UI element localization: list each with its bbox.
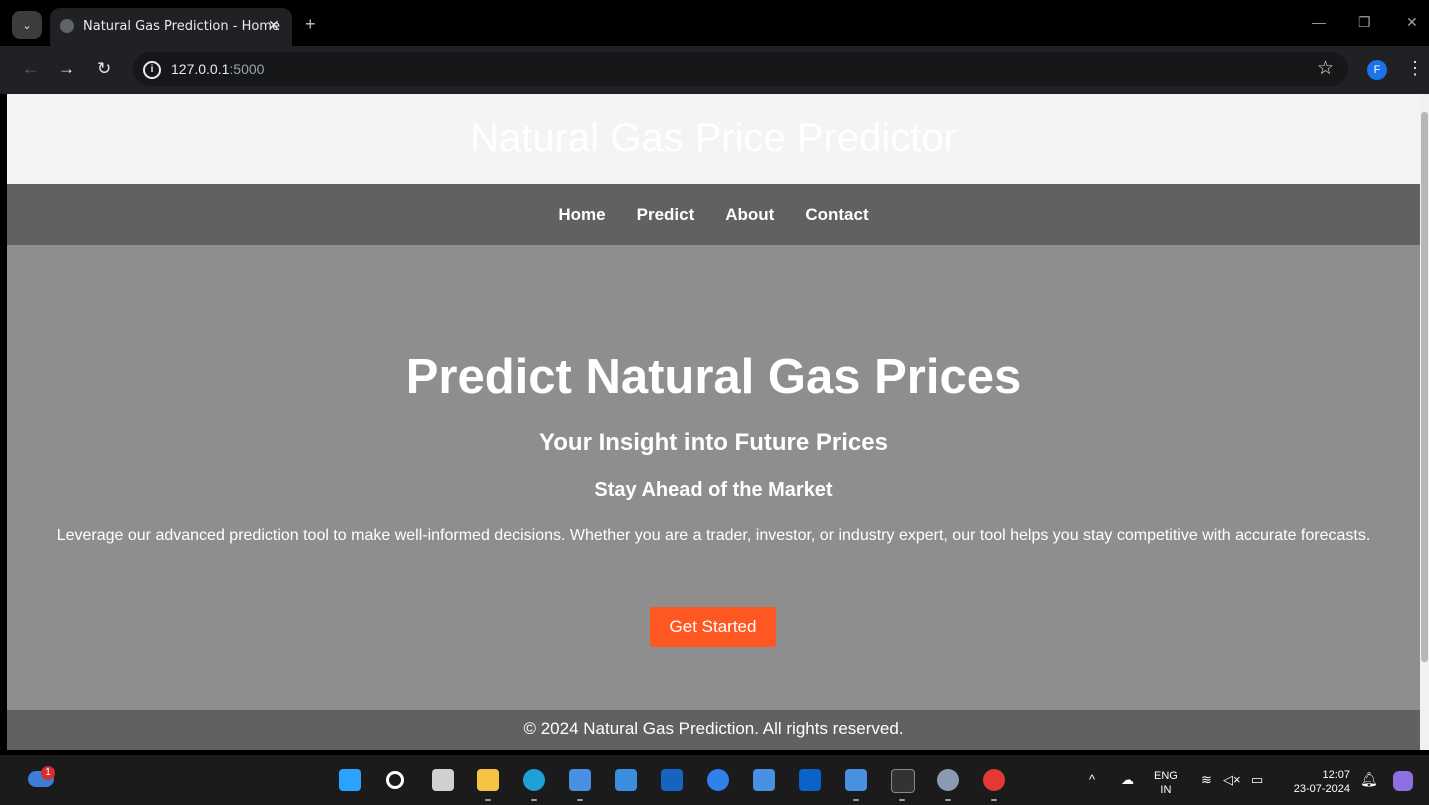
running-indicator <box>991 799 997 801</box>
hero-heading: Predict Natural Gas Prices <box>405 350 1022 404</box>
browser-tab[interactable]: Natural Gas Prediction - Home ✕ <box>50 8 292 46</box>
store-icon[interactable] <box>615 769 637 791</box>
myhp-icon[interactable] <box>661 769 683 791</box>
copilot-icon[interactable] <box>1393 771 1413 791</box>
running-indicator <box>577 799 583 801</box>
tab-title: Natural Gas Prediction - Home <box>83 19 280 34</box>
nav-contact[interactable]: Contact <box>805 205 868 225</box>
start-icon[interactable] <box>339 769 361 791</box>
taskbar: 1 ^ ☁ ENG IN ≋ ◁× ▭ 12:07 23-07-2024 🔔︎ <box>0 755 1429 805</box>
hero-subheading: Your Insight into Future Prices <box>539 429 888 456</box>
get-started-button[interactable]: Get Started <box>650 607 776 647</box>
hero-section: Predict Natural Gas Prices Your Insight … <box>7 245 1420 710</box>
terminal-icon[interactable] <box>891 769 915 793</box>
volume-muted-icon[interactable]: ◁× <box>1223 772 1241 788</box>
running-indicator <box>531 799 537 801</box>
language-code: ENG <box>1154 770 1178 782</box>
reload-icon[interactable]: ↻ <box>97 59 111 79</box>
clock-time: 12:07 <box>1322 769 1350 781</box>
site-nav: Home Predict About Contact <box>7 184 1420 245</box>
chevron-down-icon: ⌄ <box>22 19 32 32</box>
show-hidden-icons-icon[interactable]: ^ <box>1089 772 1095 787</box>
url-port: :5000 <box>229 61 265 77</box>
restore-icon[interactable]: ❐ <box>1358 14 1371 31</box>
site-info-icon[interactable]: i <box>143 61 161 79</box>
close-window-icon[interactable]: ✕ <box>1406 14 1418 31</box>
edge-icon[interactable] <box>523 769 545 791</box>
language-indicator[interactable]: ENG IN <box>1154 769 1178 797</box>
nav-predict[interactable]: Predict <box>637 205 695 225</box>
forward-icon[interactable]: → <box>58 59 75 79</box>
settings-icon[interactable] <box>937 769 959 791</box>
page-scrollbar[interactable] <box>1420 94 1429 750</box>
nav-about[interactable]: About <box>725 205 774 225</box>
site-header: Natural Gas Price Predictor <box>7 94 1420 184</box>
running-indicator <box>485 799 491 801</box>
hero-tagline: Stay Ahead of the Market <box>594 479 833 501</box>
new-tab-button[interactable]: + <box>305 14 316 35</box>
search-icon[interactable] <box>386 771 404 789</box>
clock-date: 23-07-2024 <box>1293 783 1350 795</box>
app3-icon[interactable] <box>845 769 867 791</box>
url-text: 127.0.0.1:5000 <box>171 61 264 77</box>
region-code: IN <box>1160 784 1172 796</box>
app-icon[interactable] <box>569 769 591 791</box>
site-title: Natural Gas Price Predictor <box>470 116 957 160</box>
minimize-icon[interactable]: — <box>1312 14 1326 30</box>
globe-icon <box>60 19 74 33</box>
task-view-icon[interactable] <box>432 769 454 791</box>
browser-menu-icon[interactable]: ⋮ <box>1406 58 1424 79</box>
bookmark-star-icon[interactable]: ☆ <box>1317 57 1334 80</box>
nav-home[interactable]: Home <box>558 205 605 225</box>
tab-close-icon[interactable]: ✕ <box>268 17 280 34</box>
tab-search-button[interactable]: ⌄ <box>12 11 42 39</box>
running-indicator <box>945 799 951 801</box>
browser-toolbar: ← → ↻ i 127.0.0.1:5000 ☆ F ⋮ <box>0 46 1429 94</box>
battery-icon[interactable]: ▭ <box>1251 772 1263 788</box>
file-explorer-icon[interactable] <box>477 769 499 791</box>
running-indicator <box>853 799 859 801</box>
scrollbar-thumb[interactable] <box>1421 112 1428 662</box>
notification-bell-icon[interactable]: 🔔︎ <box>1360 771 1378 788</box>
back-icon[interactable]: ← <box>22 59 39 79</box>
wifi-icon[interactable]: ≋ <box>1201 772 1212 788</box>
cloud-sync-icon[interactable]: ☁ <box>1121 772 1134 788</box>
help-icon[interactable] <box>707 769 729 791</box>
outlook-icon[interactable] <box>799 769 821 791</box>
hero-description: Leverage our advanced prediction tool to… <box>56 527 1371 544</box>
clock[interactable]: 12:07 23-07-2024 <box>1284 768 1350 796</box>
browser-tab-strip: ⌄ Natural Gas Prediction - Home ✕ + — ❐ … <box>0 0 1429 50</box>
chrome-icon[interactable] <box>983 769 1005 791</box>
address-bar[interactable]: i 127.0.0.1:5000 ☆ <box>133 52 1348 86</box>
notification-badge: 1 <box>41 766 55 780</box>
running-indicator <box>899 799 905 801</box>
app2-icon[interactable] <box>753 769 775 791</box>
profile-avatar[interactable]: F <box>1367 60 1387 80</box>
site-footer: © 2024 Natural Gas Prediction. All right… <box>7 710 1420 750</box>
page-viewport: Natural Gas Price Predictor Home Predict… <box>7 94 1420 750</box>
url-host: 127.0.0.1 <box>171 61 230 77</box>
